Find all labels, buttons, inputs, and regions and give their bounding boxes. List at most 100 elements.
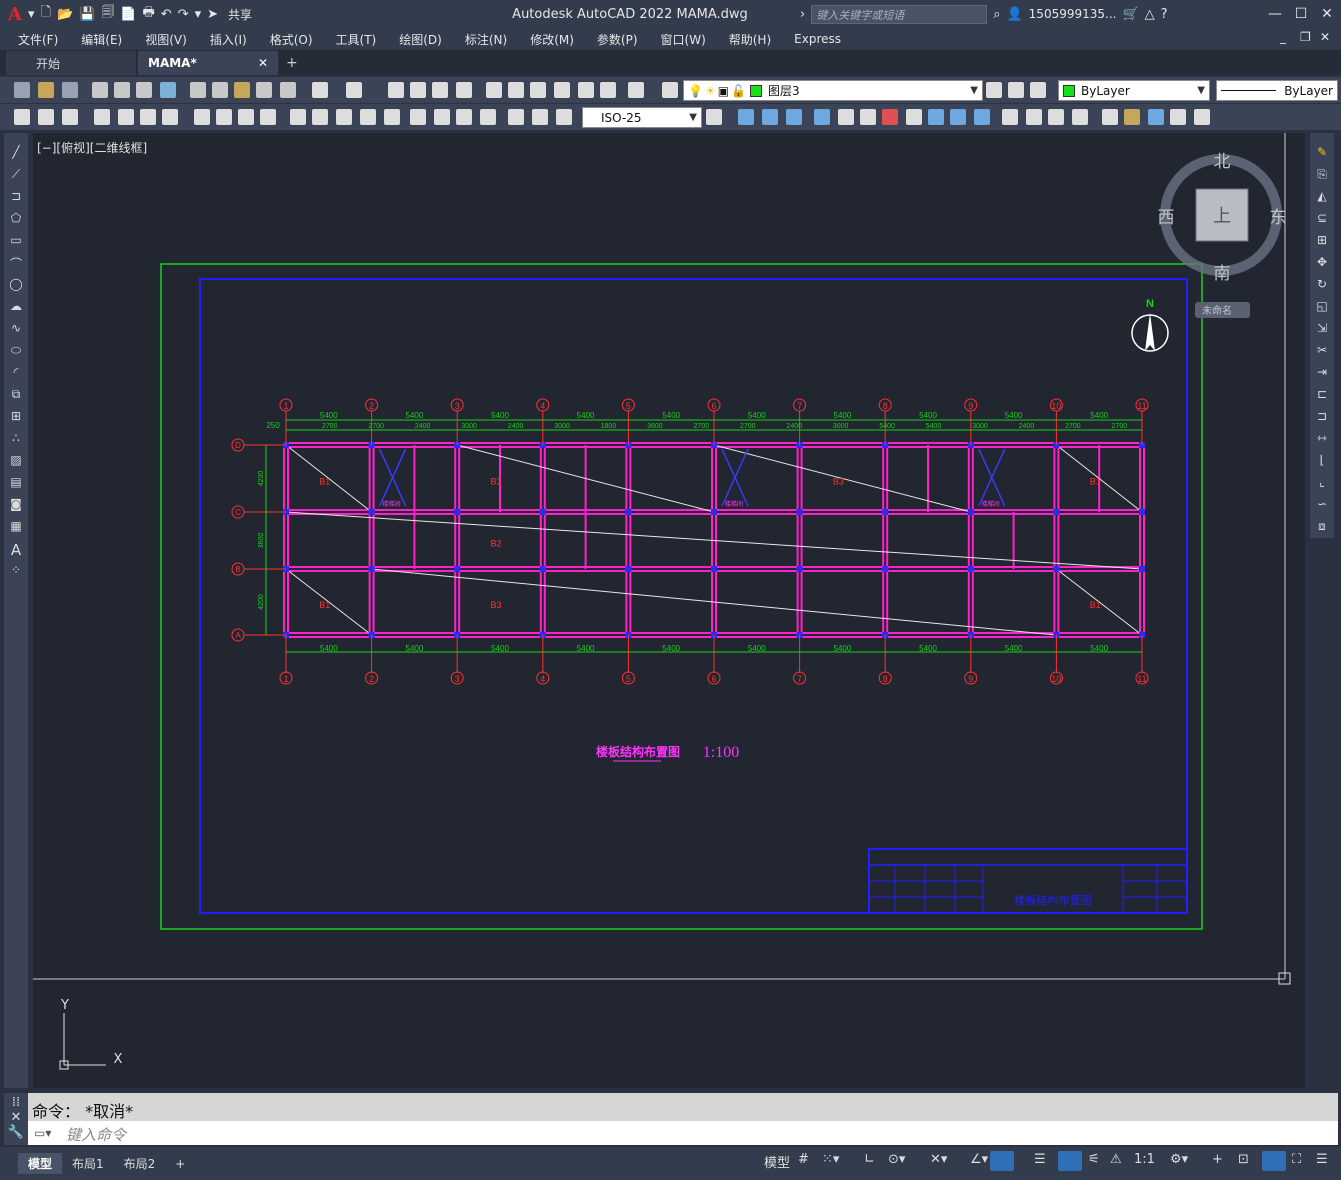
array-icon[interactable]: ⊞ xyxy=(1314,233,1330,249)
grid-icon[interactable]: # xyxy=(798,1152,809,1167)
angular-dim-icon[interactable] xyxy=(260,109,276,125)
units-icon[interactable]: ⊡ xyxy=(1238,1152,1249,1167)
scale-value[interactable]: 1:1 xyxy=(1134,1152,1155,1167)
search-icon[interactable]: ⌕ xyxy=(993,7,1000,22)
close-button[interactable]: ✕ xyxy=(1314,0,1340,28)
dimstyle-dropdown[interactable]: ISO-25 ▼ xyxy=(582,107,702,128)
isodraft-icon[interactable]: ✕▾ xyxy=(930,1152,947,1167)
hatch-icon[interactable]: ▨ xyxy=(8,453,24,469)
menu-file[interactable]: 文件(F) xyxy=(18,31,58,48)
tab-start[interactable]: 开始 xyxy=(6,51,136,75)
layer-properties-icon[interactable] xyxy=(662,82,678,98)
chamfer-icon[interactable]: ⌊ xyxy=(1314,453,1330,469)
modify-icon-18[interactable] xyxy=(1148,109,1164,125)
modify-icon-9[interactable] xyxy=(928,109,944,125)
sheet-set-icon[interactable] xyxy=(554,82,570,98)
move-icon[interactable]: ✥ xyxy=(1314,255,1330,271)
layer-on-icon[interactable]: 💡 xyxy=(688,84,703,98)
join-icon[interactable]: ⇿ xyxy=(1314,431,1330,447)
cart-icon[interactable]: 🛒 xyxy=(1122,7,1138,22)
tb2-icon-1[interactable] xyxy=(14,109,30,125)
layout-tab-2[interactable]: 布局2 xyxy=(114,1153,166,1174)
quick-dim-icon[interactable] xyxy=(290,109,306,125)
modify-icon-6[interactable] xyxy=(860,109,876,125)
scale-icon[interactable]: ◱ xyxy=(1314,299,1330,315)
new-file-icon[interactable] xyxy=(14,82,30,98)
aligned-dim-icon[interactable] xyxy=(118,109,134,125)
help-icon[interactable]: ? xyxy=(1161,7,1168,22)
polyline-icon[interactable]: ⊐ xyxy=(8,189,24,205)
paste-icon[interactable] xyxy=(234,82,250,98)
point-icon[interactable]: ∴ xyxy=(8,431,24,447)
3dprint-icon[interactable] xyxy=(160,82,176,98)
share-button[interactable]: 共享 xyxy=(228,6,252,23)
trim-icon[interactable]: ✂ xyxy=(1314,343,1330,359)
help-tb-icon[interactable] xyxy=(628,82,644,98)
calculator-icon[interactable] xyxy=(600,82,616,98)
extend-icon[interactable]: ⇥ xyxy=(1314,365,1330,381)
customize-chevron-icon[interactable]: ▾ xyxy=(195,7,202,22)
cut-icon[interactable] xyxy=(190,82,206,98)
blend-icon[interactable]: ∽ xyxy=(1314,497,1330,513)
expand-icon[interactable]: › xyxy=(800,7,805,22)
viewcube-north[interactable]: 北 xyxy=(1214,152,1231,172)
layer-freeze-icon[interactable]: ☀ xyxy=(705,84,716,98)
menu-view[interactable]: 视图(V) xyxy=(145,31,187,48)
menu-help[interactable]: 帮助(H) xyxy=(729,31,771,48)
doc-restore-icon[interactable]: ❐ xyxy=(1300,30,1311,44)
break-point-icon[interactable]: ⊏ xyxy=(1314,387,1330,403)
close-tab-icon[interactable]: ✕ xyxy=(258,56,268,70)
menu-express[interactable]: Express xyxy=(794,32,841,46)
offset-icon[interactable]: ⊆ xyxy=(1314,211,1330,227)
center-mark-icon[interactable] xyxy=(434,109,450,125)
publish-file-icon[interactable] xyxy=(136,82,152,98)
user-name[interactable]: 1505999135... xyxy=(1029,7,1117,21)
continue-dim-icon[interactable] xyxy=(336,109,352,125)
make-current-layer-icon[interactable] xyxy=(986,82,1002,98)
modify-icon-11[interactable] xyxy=(974,109,990,125)
rectangle-icon[interactable]: ▭ xyxy=(8,233,24,249)
save-icon[interactable]: 💾 xyxy=(79,7,95,22)
revcloud-icon[interactable]: ☁ xyxy=(8,299,24,315)
clean-screen-icon[interactable]: ⛶ xyxy=(1292,1152,1301,1167)
command-customize-icon[interactable]: 🔧 xyxy=(4,1125,28,1140)
minimize-button[interactable]: — xyxy=(1262,0,1288,28)
dim-text-edit-icon[interactable] xyxy=(532,109,548,125)
menu-edit[interactable]: 编辑(E) xyxy=(81,31,122,48)
undo-icon[interactable]: ↶ xyxy=(161,7,172,22)
modify-icon-16[interactable] xyxy=(1102,109,1118,125)
open-icon[interactable]: 📂 xyxy=(57,7,73,22)
tb2-icon-2[interactable] xyxy=(38,109,54,125)
search-input[interactable]: 键入关键字或短语 xyxy=(811,4,988,24)
diameter-dim-icon[interactable] xyxy=(238,109,254,125)
lineweight-icon[interactable]: ☰ xyxy=(1034,1152,1046,1167)
stretch-icon[interactable]: ⇲ xyxy=(1314,321,1330,337)
infer-constraints-icon[interactable]: ∟ xyxy=(864,1152,875,1167)
modify-icon-2[interactable] xyxy=(762,109,778,125)
model-space-button[interactable]: 模型 xyxy=(764,1152,790,1171)
menu-tools[interactable]: 工具(T) xyxy=(336,31,377,48)
ordinate-dim-icon[interactable] xyxy=(162,109,178,125)
modify-icon-8[interactable] xyxy=(906,109,922,125)
doc-close-icon[interactable]: ✕ xyxy=(1320,30,1330,44)
zoom-window-icon[interactable] xyxy=(432,82,448,98)
match-properties-icon[interactable] xyxy=(256,82,272,98)
annotation-scale-icon[interactable]: ⚠ xyxy=(1110,1152,1122,1167)
menu-modify[interactable]: 修改(M) xyxy=(530,31,574,48)
viewcube-east[interactable]: 东 xyxy=(1270,208,1287,228)
share-icon[interactable]: ➤ xyxy=(207,7,218,22)
modify-icon-1[interactable] xyxy=(738,109,754,125)
make-block-icon[interactable]: ⊞ xyxy=(8,409,24,425)
properties-icon[interactable] xyxy=(486,82,502,98)
snap-icon[interactable]: ⁙▾ xyxy=(822,1152,839,1167)
modify-icon-4[interactable] xyxy=(814,109,830,125)
viewcube[interactable]: 上 北 南 西 东 未命名 xyxy=(1158,152,1287,318)
modify-icon-7[interactable] xyxy=(882,109,898,125)
polar-icon[interactable]: ∠▾ xyxy=(970,1152,988,1167)
drawing-viewport[interactable]: [−][俯视][二维线框] 楼板结构布置图 楼板结构布置图 1:100 N 上 … xyxy=(33,133,1305,1088)
publish-icon[interactable]: 📄 xyxy=(120,7,136,22)
insert-block-icon[interactable]: ⧉ xyxy=(8,387,24,403)
inspect-icon[interactable] xyxy=(456,109,472,125)
layer-previous-icon[interactable] xyxy=(1008,82,1024,98)
osnap-icon[interactable] xyxy=(990,1151,1014,1171)
